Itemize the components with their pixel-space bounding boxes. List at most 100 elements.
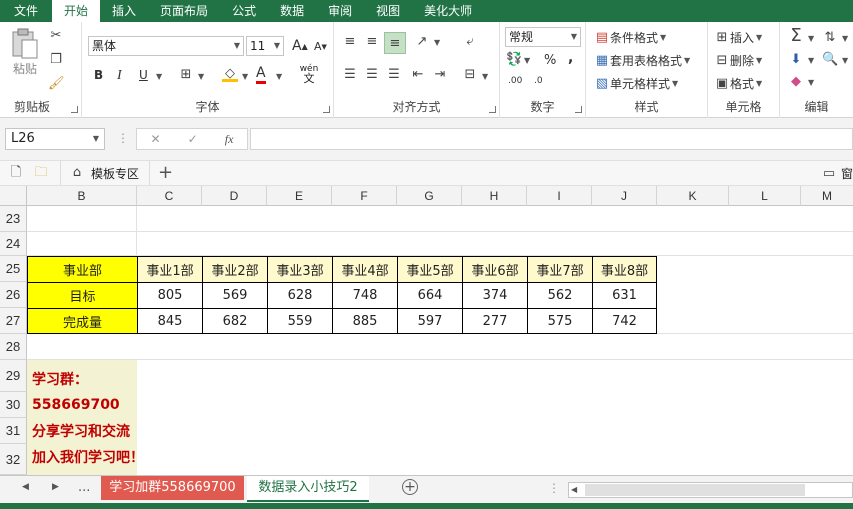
underline-button[interactable]: U <box>139 68 148 82</box>
divider-handle-icon[interactable]: ⋮ <box>548 481 560 495</box>
wrap-text-icon[interactable]: ⤶ <box>462 34 478 50</box>
column-header-h[interactable]: H <box>462 186 527 206</box>
currency-icon[interactable]: 💱 <box>506 52 522 68</box>
tab-file[interactable]: 文件 <box>0 0 52 22</box>
tab-view[interactable]: 视图 <box>364 0 412 22</box>
done-cell[interactable]: 575 <box>527 308 593 334</box>
tab-page-layout[interactable]: 页面布局 <box>148 0 220 22</box>
column-header-m[interactable]: M <box>801 186 853 206</box>
decrease-indent-icon[interactable]: ⇤ <box>410 67 426 83</box>
row-header-27[interactable]: 27 <box>0 308 27 334</box>
template-tab[interactable]: ⌂ 模板专区 <box>60 161 151 185</box>
row-header-30[interactable]: 30 <box>0 392 27 418</box>
note-line[interactable]: 学习群： <box>32 366 88 392</box>
row-header-31[interactable]: 31 <box>0 418 27 444</box>
chevron-down-icon[interactable]: ▼ <box>198 72 204 81</box>
more-sheets-button[interactable]: ... <box>78 480 90 495</box>
note-line[interactable]: 分享学习和交流 <box>32 418 130 444</box>
select-all-corner[interactable] <box>0 186 27 206</box>
column-header-j[interactable]: J <box>592 186 657 206</box>
scrollbar-thumb[interactable] <box>585 484 805 496</box>
cut-icon[interactable]: ✂ <box>48 28 64 44</box>
column-header-g[interactable]: G <box>397 186 462 206</box>
done-cell[interactable]: 597 <box>397 308 463 334</box>
open-folder-icon[interactable]: 🗀 <box>33 165 49 181</box>
add-sheet-icon[interactable]: + <box>402 479 418 495</box>
insert-cells-button[interactable]: ⊞ 插入 ▼ <box>714 29 763 46</box>
column-header-c[interactable]: C <box>137 186 202 206</box>
target-label-cell[interactable]: 目标 <box>27 282 138 309</box>
italic-button[interactable]: I <box>117 68 122 84</box>
done-cell[interactable]: 742 <box>592 308 657 334</box>
font-name-combo[interactable]: 黑体 ▼ <box>88 36 244 56</box>
table-header-cell[interactable]: 事业1部 <box>137 256 203 283</box>
delete-cells-button[interactable]: ⊟ 删除 ▼ <box>714 52 763 69</box>
row-header-23[interactable]: 23 <box>0 206 27 232</box>
target-cell[interactable]: 748 <box>332 282 398 309</box>
fill-color-icon[interactable]: ◇ <box>222 66 238 82</box>
column-header-l[interactable]: L <box>729 186 801 206</box>
table-header-cell[interactable]: 事业部 <box>27 256 138 283</box>
shrink-font-button[interactable]: A ▼ <box>314 40 327 53</box>
horizontal-scrollbar[interactable]: ◀ <box>568 482 853 498</box>
table-header-cell[interactable]: 事业8部 <box>592 256 657 283</box>
done-cell[interactable]: 682 <box>202 308 268 334</box>
chevron-down-icon[interactable]: ▼ <box>808 34 814 43</box>
note-line[interactable]: 加入我们学习吧！ <box>32 444 144 470</box>
chevron-down-icon[interactable]: ▼ <box>276 72 282 81</box>
chevron-down-icon[interactable]: ▼ <box>242 72 248 81</box>
chevron-down-icon[interactable]: ▼ <box>808 78 814 87</box>
column-header-f[interactable]: F <box>332 186 397 206</box>
autosum-icon[interactable]: Σ <box>788 27 804 45</box>
comma-button[interactable]: , <box>568 50 573 66</box>
insert-function-button[interactable]: fx <box>225 132 234 147</box>
conditional-format-button[interactable]: ▤ 条件格式 ▼ <box>594 29 666 46</box>
font-size-combo[interactable]: 11 ▼ <box>246 36 284 56</box>
number-launcher-icon[interactable] <box>575 106 582 113</box>
grow-font-button[interactable]: A ▲ <box>292 38 308 54</box>
table-header-cell[interactable]: 事业4部 <box>332 256 398 283</box>
sheet-tab-data-entry-tips[interactable]: 数据录入小技巧2 <box>247 476 369 502</box>
row-header-32[interactable]: 32 <box>0 444 27 475</box>
tab-data[interactable]: 数据 <box>268 0 316 22</box>
note-line[interactable]: 558669700 <box>32 392 120 418</box>
table-header-cell[interactable]: 事业5部 <box>397 256 463 283</box>
chevron-down-icon[interactable]: ▼ <box>524 56 530 65</box>
cell-styles-button[interactable]: ▧ 单元格样式 ▼ <box>594 75 678 92</box>
paste-button[interactable]: 粘贴 <box>8 28 42 77</box>
new-document-icon[interactable]: 🗋 <box>8 165 24 181</box>
target-cell[interactable]: 805 <box>137 282 203 309</box>
clear-icon[interactable]: ◆ <box>788 74 804 90</box>
name-box[interactable]: L26 ▼ <box>5 128 105 150</box>
scroll-right-icon[interactable]: ▶ <box>52 482 59 492</box>
tab-beautify[interactable]: 美化大师 <box>412 0 484 22</box>
row-header-29[interactable]: 29 <box>0 360 27 392</box>
done-cell[interactable]: 559 <box>267 308 333 334</box>
number-format-combo[interactable]: 常规 ▼ <box>505 27 581 47</box>
align-bottom-icon[interactable]: ≡ <box>384 32 406 54</box>
chevron-down-icon[interactable]: ▼ <box>808 56 814 65</box>
row-header-26[interactable]: 26 <box>0 282 27 308</box>
column-header-e[interactable]: E <box>267 186 332 206</box>
target-cell[interactable]: 631 <box>592 282 657 309</box>
fill-icon[interactable]: ⬇ <box>788 52 804 68</box>
scrollbar-left-arrow-icon[interactable]: ◀ <box>571 483 577 497</box>
merge-cells-icon[interactable]: ⊟ <box>462 67 478 83</box>
done-label-cell[interactable]: 完成量 <box>27 308 138 334</box>
row-header-24[interactable]: 24 <box>0 232 27 256</box>
table-header-cell[interactable]: 事业7部 <box>527 256 593 283</box>
scroll-left-icon[interactable]: ◀ <box>22 482 29 492</box>
border-icon[interactable]: ⊞ <box>178 67 194 83</box>
column-header-b[interactable]: B <box>27 186 137 206</box>
chevron-down-icon[interactable]: ▼ <box>842 56 848 65</box>
row-header-28[interactable]: 28 <box>0 334 27 360</box>
clipboard-launcher-icon[interactable] <box>71 106 78 113</box>
add-tab-icon[interactable]: + <box>158 162 173 183</box>
font-color-button[interactable]: A <box>256 66 266 84</box>
target-cell[interactable]: 628 <box>267 282 333 309</box>
done-cell[interactable]: 845 <box>137 308 203 334</box>
chevron-down-icon[interactable]: ▼ <box>156 72 162 81</box>
align-right-icon[interactable]: ☰ <box>386 67 402 83</box>
cancel-icon[interactable]: ✕ <box>151 132 161 146</box>
target-cell[interactable]: 374 <box>462 282 528 309</box>
